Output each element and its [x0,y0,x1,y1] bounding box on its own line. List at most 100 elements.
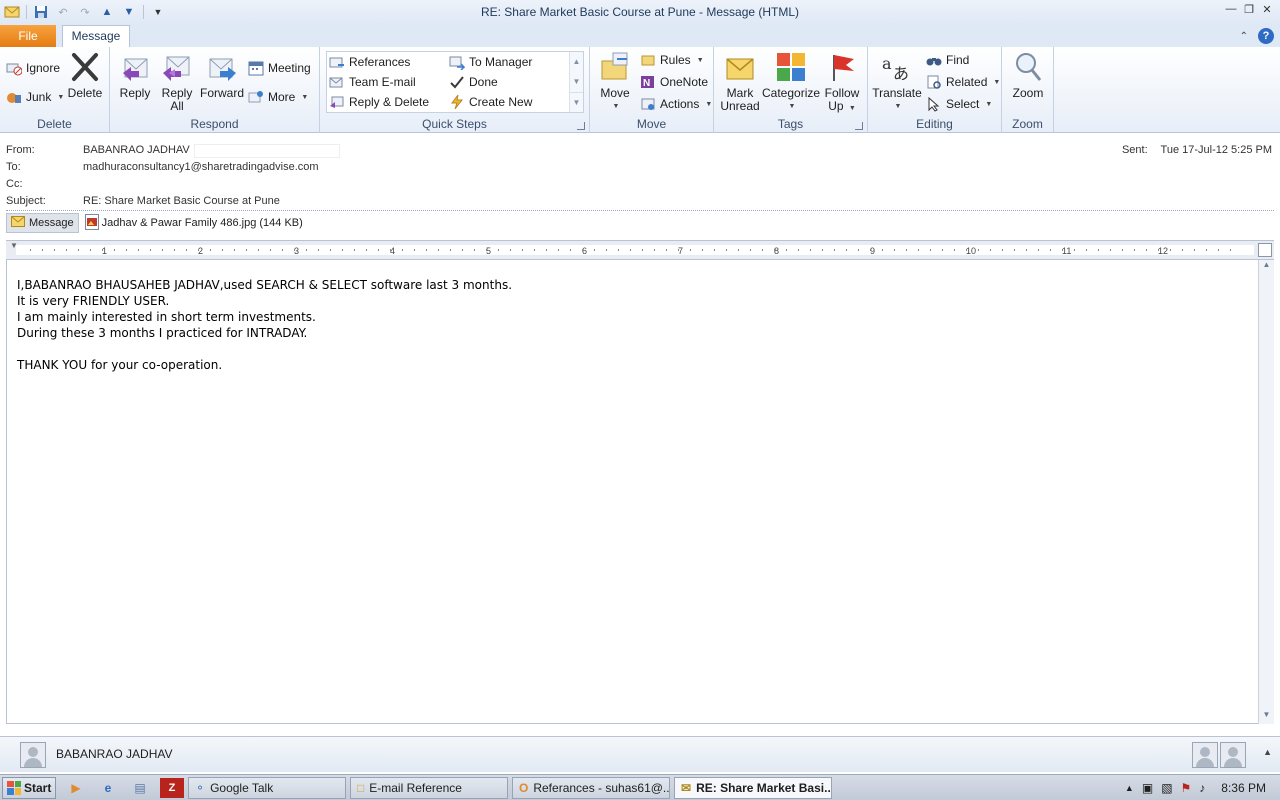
clock[interactable]: 8:36 PM [1221,781,1266,795]
avatar[interactable] [1220,742,1246,768]
avatar[interactable] [20,742,46,768]
ignore-button[interactable]: Ignore [6,59,60,77]
delete-x-icon [69,51,101,83]
tab-message[interactable]: Message [62,25,130,47]
rules-button[interactable]: Rules ▼ [640,51,704,69]
quickstep-team-email[interactable]: Team E-mail [329,73,416,91]
ruler-tick [762,249,763,251]
forward-button[interactable]: Forward [200,51,244,100]
help-icon[interactable]: ? [1258,28,1274,44]
folder-move-icon [329,54,345,70]
select-button[interactable]: Select ▼ [926,95,992,113]
onenote-button[interactable]: N OneNote [640,73,708,91]
ruler-tick [1182,249,1183,251]
show-hidden-icons-icon[interactable]: ▲ [1125,783,1134,793]
expand-gallery-icon[interactable]: ▼ [570,92,583,112]
move-button[interactable]: Move ▼ [596,51,634,113]
mark-unread-button[interactable]: Mark Unread [720,51,760,113]
restore-icon[interactable]: ❐ [1242,2,1256,16]
junk-button[interactable]: Junk ▼ [6,88,64,106]
follow-up-button[interactable]: Follow Up ▼ [822,51,862,115]
vertical-scrollbar[interactable]: ▲ ▼ [1258,260,1274,724]
from-value[interactable]: BABANRAO JADHAV [83,144,190,158]
ruler-tick [174,249,175,251]
attachment-file[interactable]: Jadhav & Pawar Family 486.jpg (144 KB) [84,213,303,233]
scroll-down-icon[interactable]: ▼ [570,72,583,92]
reply-all-button[interactable]: Reply All [158,51,196,113]
related-button[interactable]: Related ▼ [926,73,1000,91]
scroll-up-icon[interactable]: ▲ [1259,260,1274,274]
scroll-up-icon[interactable]: ▲ [570,52,583,72]
translate-icon: aあ [881,51,913,83]
collapse-ribbon-icon[interactable]: ⌃ [1240,31,1248,42]
ruler-toggle-icon[interactable] [1258,243,1272,257]
ruler-tick [930,249,931,251]
group-label-zoom: Zoom [1012,117,1043,131]
avatar[interactable] [1192,742,1218,768]
delete-button[interactable]: Delete [66,51,104,100]
ribbon: Ignore Junk ▼ Delete Delete Reply Reply … [0,47,1280,133]
header-divider [6,210,1274,211]
taskbar-item-re-share-market[interactable]: ✉ RE: Share Market Basi... [674,776,832,799]
network-icon[interactable]: ▣ [1142,781,1153,795]
quickstep-create-new[interactable]: Create New [449,93,532,111]
quickstep-referances[interactable]: Referances [329,53,410,71]
ruler-tick [1014,249,1015,251]
dialog-launcher-icon[interactable] [855,122,863,130]
junk-label: Junk [26,90,52,104]
to-value[interactable]: madhuraconsultancy1@sharetradingadvise.c… [83,161,319,175]
action-center-icon[interactable]: ⚑ [1181,781,1192,795]
reply-button[interactable]: Reply [116,51,154,100]
ruler-tick [258,249,259,251]
taskbar-item-email-reference[interactable]: □ E-mail Reference [350,776,508,799]
close-icon[interactable]: ✕ [1260,2,1274,16]
delete-label: Delete [67,86,103,100]
minimize-icon[interactable]: — [1224,2,1238,16]
filezilla-icon[interactable]: Z [160,777,184,798]
start-button[interactable]: Start [2,776,56,799]
quickstep-to-manager[interactable]: To Manager [449,53,532,71]
actions-button[interactable]: Actions ▼ [640,95,712,113]
more-button[interactable]: More ▼ [248,88,308,106]
quickstep-done[interactable]: Done [449,73,498,91]
quickstep-label: Referances [349,55,411,69]
quick-steps-gallery: Referances To Manager Team E-mail Done R… [326,51,584,113]
translate-button[interactable]: aあ Translate ▼ [872,51,922,113]
scroll-down-icon[interactable]: ▼ [1259,710,1274,724]
chevron-down-icon: ▼ [705,100,713,108]
ruler-tick [438,249,439,251]
ruler-number: 9 [870,246,876,256]
chevron-down-icon: ▼ [57,93,65,101]
body-line: THANK YOU for your co-operation. [17,358,223,372]
ruler[interactable]: ▼ 1 2 3 4 5 6 7 8 9 10 11 12 [6,240,1274,260]
body-line-blank [17,341,512,357]
media-player-icon[interactable]: ▶ [64,778,88,798]
volume-icon[interactable]: ♪ [1199,781,1205,795]
group-label-move: Move [636,117,667,131]
ruler-number: 2 [198,246,204,256]
find-button[interactable]: Find [926,51,969,69]
meeting-button[interactable]: Meeting [248,59,311,77]
ruler-indent-marker[interactable]: ▼ [10,241,18,250]
notepad-icon[interactable]: ▤ [128,778,152,798]
categorize-button[interactable]: Categorize ▼ [762,51,820,113]
message-body[interactable]: I,BABANRAO BHAUSAHEB JADHAV,used SEARCH … [6,260,1258,724]
message-tab-button[interactable]: Message [6,213,79,233]
magnifier-icon [1012,51,1044,83]
safely-remove-icon[interactable]: ▧ [1161,781,1172,795]
tab-file[interactable]: File [0,25,56,47]
quickstep-reply-delete[interactable]: Reply & Delete [329,93,429,111]
attachment-file-name: Jadhav & Pawar Family 486.jpg (144 KB) [101,217,303,229]
from-row: From: BABANRAO JADHAV [6,144,340,158]
dialog-launcher-icon[interactable] [577,122,585,130]
to-label: To: [6,161,21,173]
ruler-tick [150,249,151,251]
zoom-button[interactable]: Zoom [1008,51,1048,100]
taskbar-item-google-talk[interactable]: ⚬ Google Talk [188,776,346,799]
expand-people-pane-icon[interactable]: ▲ [1263,747,1272,757]
internet-explorer-icon[interactable]: e [96,778,120,798]
quick-steps-scrollbar[interactable]: ▲ ▼ ▼ [569,52,583,112]
taskbar-item-referances[interactable]: O Referances - suhas61@... [512,776,670,799]
taskbar-item-label: Referances - suhas61@... [533,780,670,795]
people-pane-name: BABANRAO JADHAV [56,747,173,761]
